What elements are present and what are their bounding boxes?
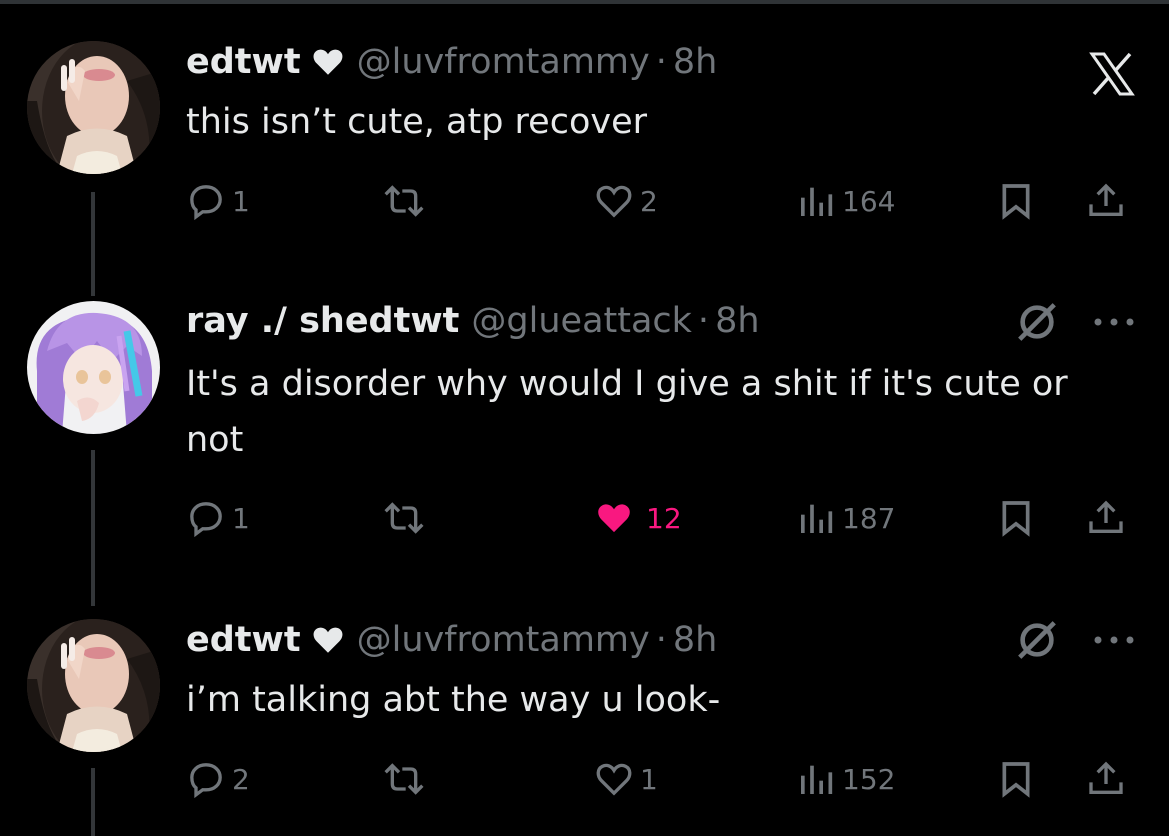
thread-line (91, 450, 95, 606)
share-icon (1089, 500, 1123, 533)
reply-icon (190, 502, 222, 538)
views-count: 187 (842, 501, 896, 535)
reply-count: 1 (232, 184, 250, 218)
reply-button[interactable]: 1 (186, 179, 250, 223)
display-name[interactable]: edtwt (186, 620, 301, 660)
repost-button[interactable] (382, 179, 426, 223)
repost-icon (384, 502, 424, 534)
grok-icon[interactable] (1014, 299, 1060, 345)
views-count: 164 (842, 184, 896, 218)
handle[interactable]: @luvfromtammy (357, 42, 650, 82)
handle[interactable]: @luvfromtammy (357, 620, 650, 660)
share-icon (1089, 761, 1123, 794)
views-button[interactable]: 187 (796, 496, 895, 540)
heart-filled-icon (598, 504, 630, 533)
bookmark-button[interactable] (996, 496, 1036, 540)
share-button[interactable] (1086, 179, 1126, 223)
action-bar: 1 12 187 (186, 496, 1146, 540)
repost-icon (384, 763, 424, 795)
views-button[interactable]: 152 (796, 757, 895, 801)
thread-line (91, 768, 95, 836)
bookmark-icon (1002, 762, 1030, 798)
timestamp[interactable]: 8h (673, 620, 717, 660)
bookmark-button[interactable] (996, 757, 1036, 801)
reply-count: 2 (232, 762, 250, 796)
like-button[interactable]: 1 (594, 757, 658, 801)
like-count: 12 (646, 501, 682, 535)
like-count: 1 (640, 762, 658, 796)
more-options-icon[interactable] (1090, 312, 1138, 332)
heart-outline-icon (596, 185, 632, 218)
views-button[interactable]: 164 (796, 179, 895, 223)
separator-dot: · (655, 620, 667, 660)
share-button[interactable] (1086, 757, 1126, 801)
timestamp[interactable]: 8h (715, 301, 759, 341)
like-button[interactable]: 12 (594, 496, 682, 540)
tweet-text: It's a disorder why would I give a shit … (186, 364, 1068, 460)
tweet-header: edtwt @luvfromtammy · 8h (186, 38, 717, 86)
more-options-icon[interactable] (1090, 630, 1138, 650)
like-count: 2 (640, 184, 658, 218)
thread-line (91, 192, 95, 296)
separator-dot: · (655, 42, 667, 82)
display-name[interactable]: edtwt (186, 42, 301, 82)
views-icon (801, 765, 833, 794)
reply-button[interactable]: 2 (186, 757, 250, 801)
bookmark-button[interactable] (996, 179, 1036, 223)
x-logo-icon[interactable] (1088, 52, 1136, 96)
tweet-text: i’m talking abt the way u look- (186, 680, 721, 720)
avatar[interactable] (27, 619, 160, 752)
like-button[interactable]: 2 (594, 179, 658, 223)
separator-dot: · (697, 301, 710, 341)
display-name[interactable]: ray ./ shedtwt (186, 301, 459, 341)
share-button[interactable] (1086, 496, 1126, 540)
timestamp[interactable]: 8h (673, 42, 717, 82)
top-divider (0, 0, 1169, 4)
handle[interactable]: @glueattack (471, 301, 692, 341)
reply-icon (190, 185, 222, 221)
avatar[interactable] (27, 41, 160, 174)
tweet-header: ray ./ shedtwt @glueattack · 8h (186, 297, 760, 345)
white-heart-icon (313, 49, 343, 75)
repost-button[interactable] (382, 757, 426, 801)
repost-button[interactable] (382, 496, 426, 540)
share-icon (1089, 183, 1123, 216)
views-count: 152 (842, 762, 896, 796)
reply-icon (190, 763, 222, 799)
reply-count: 1 (232, 501, 250, 535)
heart-outline-icon (596, 763, 632, 796)
bookmark-icon (1002, 501, 1030, 537)
grok-icon[interactable] (1014, 617, 1060, 663)
white-heart-icon (313, 627, 343, 653)
avatar[interactable] (27, 301, 160, 434)
views-icon (801, 504, 833, 533)
views-icon (801, 187, 833, 216)
action-bar: 1 2 164 (186, 179, 1146, 223)
repost-icon (384, 185, 424, 217)
bookmark-icon (1002, 184, 1030, 220)
action-bar: 2 1 152 (186, 757, 1146, 801)
tweet-text: this isn’t cute, atp recover (186, 102, 647, 142)
reply-button[interactable]: 1 (186, 496, 250, 540)
tweet-header: edtwt @luvfromtammy · 8h (186, 616, 717, 664)
